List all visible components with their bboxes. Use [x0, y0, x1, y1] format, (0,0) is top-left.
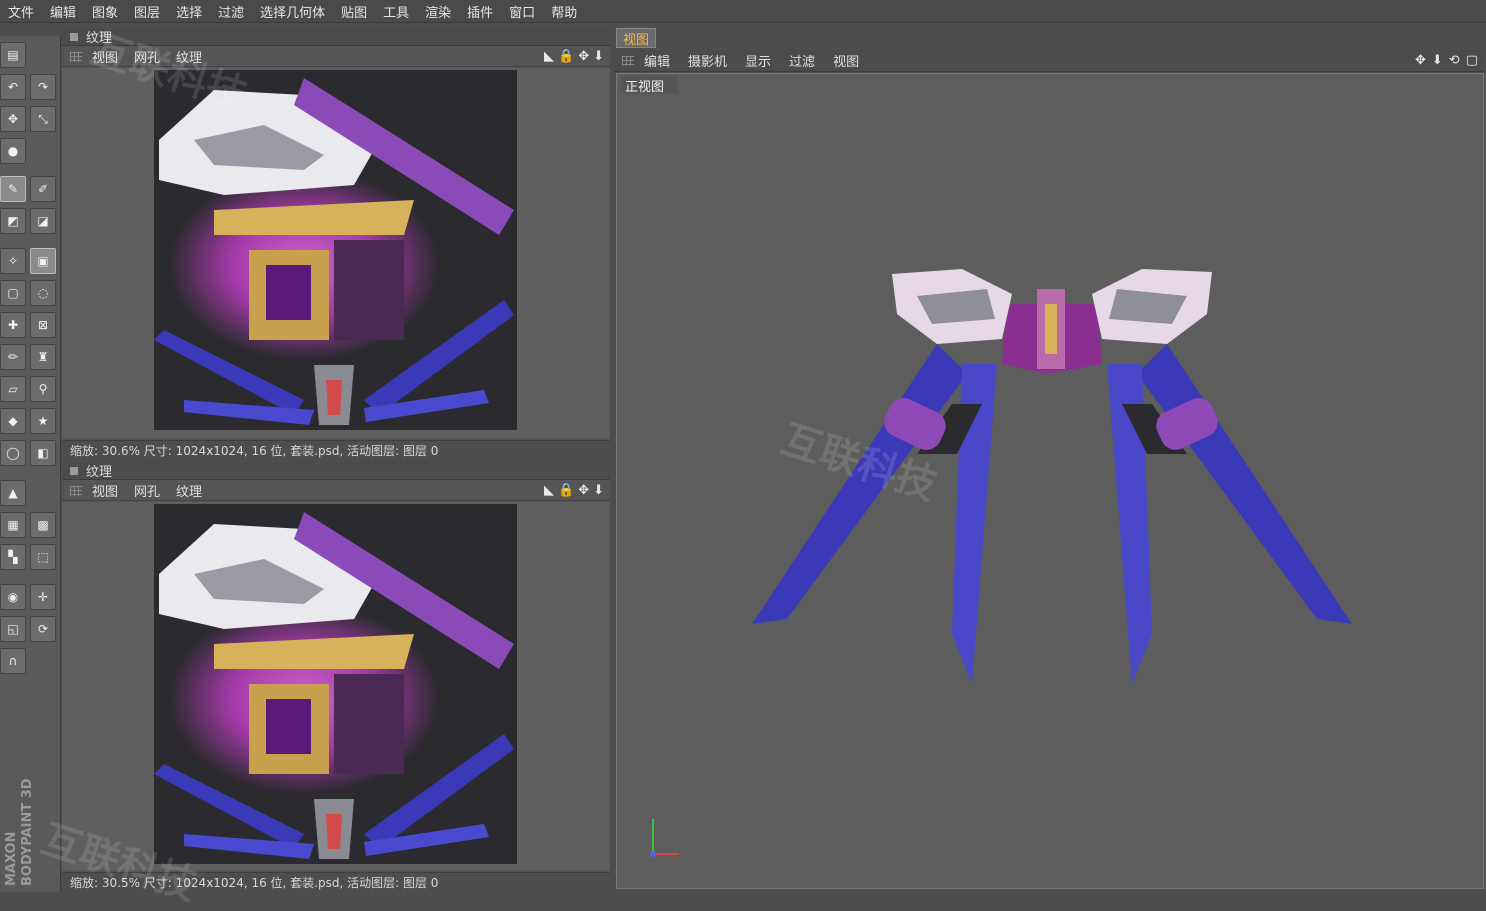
layout-icon[interactable]: ▤ — [0, 42, 26, 68]
viewport-menu-bar: 编辑 摄影机 显示 过滤 视图 ✥ ⬇ ⟲ ▢ — [614, 50, 1484, 72]
eraser-icon[interactable]: ▱ — [0, 376, 26, 402]
menu-image[interactable]: 图象 — [84, 2, 126, 21]
rotate-icon[interactable]: ⟲ — [1449, 53, 1460, 68]
status-bar: 缩放: 30.6% 尺寸: 1024x1024, 16 位, 套装.psd, 活… — [62, 440, 610, 460]
panel-menu-bar: 视图 网孔 纹理 ◣ 🔒 ✥ ⬇ — [62, 481, 610, 501]
move-icon[interactable]: ✥ — [0, 106, 26, 132]
lasso-icon[interactable]: ◌ — [30, 280, 56, 306]
brush-3d-icon[interactable]: ✎ — [0, 176, 26, 202]
panel-square-icon — [70, 32, 78, 41]
checker-icon[interactable]: ▦ — [0, 512, 26, 538]
uv-move-icon[interactable]: ✛ — [30, 584, 56, 610]
pan-icon[interactable]: ✥ — [578, 49, 589, 64]
circle-shape-icon[interactable]: ◯ — [0, 440, 26, 466]
paint-setup-icon[interactable]: ✐ — [30, 176, 56, 202]
live-select-icon[interactable]: ◉ — [0, 584, 26, 610]
transform-icon[interactable]: ⤡ — [30, 106, 56, 132]
panel-title: 纹理 — [86, 31, 113, 46]
checker-alt-icon[interactable]: ▩ — [30, 512, 56, 538]
grid-icon — [70, 51, 82, 62]
menu-edit[interactable]: 编辑 — [42, 2, 84, 21]
uv-scale-icon[interactable]: ⬚ — [30, 544, 56, 570]
menu-select[interactable]: 选择 — [168, 2, 210, 21]
menu-help[interactable]: 帮助 — [543, 2, 585, 21]
model-wings — [650, 269, 1352, 857]
projection-alt-icon[interactable]: ◪ — [30, 208, 56, 234]
lock-icon[interactable]: 🔒 — [558, 49, 574, 64]
texture-image — [154, 70, 517, 430]
uv-rotate-icon[interactable]: ⟳ — [30, 616, 56, 642]
viewport-menu-edit[interactable]: 编辑 — [644, 51, 670, 70]
tab-view[interactable]: 视图 — [92, 481, 118, 500]
viewport-menu-filter[interactable]: 过滤 — [789, 51, 815, 70]
viewport-tab[interactable]: 视图 — [616, 28, 656, 48]
panel-title: 纹理 — [86, 465, 113, 480]
viewport-3d[interactable]: 正视图 — [616, 73, 1484, 889]
stamp-icon[interactable]: ▣ — [30, 248, 56, 274]
menu-filter[interactable]: 过滤 — [210, 2, 252, 21]
star-shape-icon[interactable]: ★ — [30, 408, 56, 434]
panel-menu-bar: 视图 网孔 纹理 ◣ 🔒 ✥ ⬇ — [62, 47, 610, 67]
airbrush-icon[interactable]: ♜ — [30, 344, 56, 370]
eyedropper-icon[interactable]: ⚲ — [30, 376, 56, 402]
viewport-menu-display[interactable]: 显示 — [745, 51, 771, 70]
tab-mesh[interactable]: 网孔 — [134, 481, 160, 500]
app-brand: MAXON BODYPAINT 3D — [4, 778, 35, 886]
menu-layer[interactable]: 图层 — [126, 2, 168, 21]
render-triangle-icon[interactable]: ▲ — [0, 480, 26, 506]
redo-icon[interactable]: ↷ — [30, 74, 56, 100]
uv-grid-icon[interactable]: ▚ — [0, 544, 26, 570]
menu-render[interactable]: 渲染 — [417, 2, 459, 21]
zoom-icon[interactable]: ⬇ — [1432, 53, 1443, 68]
grid-icon — [70, 485, 82, 496]
menu-window[interactable]: 窗口 — [501, 2, 543, 21]
undo-icon[interactable]: ↶ — [0, 74, 26, 100]
viewport-menu-view[interactable]: 视图 — [833, 51, 859, 70]
panel-square-icon — [70, 466, 78, 475]
pencil-icon[interactable]: ✏ — [0, 344, 26, 370]
projection-icon[interactable]: ◩ — [0, 208, 26, 234]
tool-palette: ▤ ↶ ↷ ✥ ⤡ ● ✎ ✐ ◩ ◪ ✧ ▣ ▢ ◌ ✚ ⊠ ✏ ♜ ▱ ⚲ … — [0, 36, 61, 892]
texture-map — [154, 512, 514, 859]
zoom-down-icon[interactable]: ⬇ — [593, 49, 604, 64]
tab-texture[interactable]: 纹理 — [176, 481, 202, 500]
tab-texture[interactable]: 纹理 — [176, 47, 202, 66]
fill-bucket-icon[interactable]: ◆ — [0, 408, 26, 434]
rect-select-icon[interactable]: ▢ — [0, 280, 26, 306]
status-bar: 缩放: 30.5% 尺寸: 1024x1024, 16 位, 套装.psd, 活… — [62, 872, 610, 892]
menu-select-geometry[interactable]: 选择几何体 — [252, 2, 333, 21]
menu-file[interactable]: 文件 — [0, 2, 42, 21]
pan-icon[interactable]: ✥ — [578, 483, 589, 498]
menu-plugins[interactable]: 插件 — [459, 2, 501, 21]
texture-panel-bottom: 纹理 视图 网孔 纹理 ◣ 🔒 ✥ ⬇ 缩放: 30.5% 尺寸: 1024x1… — [62, 462, 610, 892]
menu-texture[interactable]: 贴图 — [333, 2, 375, 21]
menu-tools[interactable]: 工具 — [375, 2, 417, 21]
uv-scale-tool-icon[interactable]: ◱ — [0, 616, 26, 642]
texture-map — [154, 78, 514, 425]
color-swatch-icon[interactable]: ◧ — [30, 440, 56, 466]
menu-bar: 文件 编辑 图象 图层 选择 过滤 选择几何体 贴图 工具 渲染 插件 窗口 帮… — [0, 0, 1486, 23]
tab-mesh[interactable]: 网孔 — [134, 47, 160, 66]
texture-panel-top: 纹理 视图 网孔 纹理 ◣ 🔒 ✥ ⬇ 缩放: 30.6% 尺寸: 1024x1… — [62, 28, 610, 460]
pan-icon[interactable]: ✥ — [1415, 53, 1426, 68]
histogram-icon[interactable]: ◣ — [544, 483, 554, 498]
zoom-down-icon[interactable]: ⬇ — [593, 483, 604, 498]
tab-view[interactable]: 视图 — [92, 47, 118, 66]
maximize-icon[interactable]: ▢ — [1466, 53, 1478, 68]
viewport-menu-camera[interactable]: 摄影机 — [688, 51, 727, 70]
magnet-icon[interactable]: ∩ — [0, 648, 26, 674]
texture-canvas[interactable] — [62, 502, 610, 870]
texture-image — [154, 504, 517, 864]
panel-title-bar: 纹理 — [62, 28, 610, 46]
texture-canvas[interactable] — [62, 68, 610, 438]
panel-title-bar: 纹理 — [62, 462, 610, 480]
move-layer-icon[interactable]: ✚ — [0, 312, 26, 338]
sphere-icon[interactable]: ● — [0, 138, 26, 164]
distort-icon[interactable]: ⊠ — [30, 312, 56, 338]
lock-icon[interactable]: 🔒 — [558, 483, 574, 498]
histogram-icon[interactable]: ◣ — [544, 49, 554, 64]
grid-icon — [622, 55, 634, 66]
magic-wand-icon[interactable]: ✧ — [0, 248, 26, 274]
